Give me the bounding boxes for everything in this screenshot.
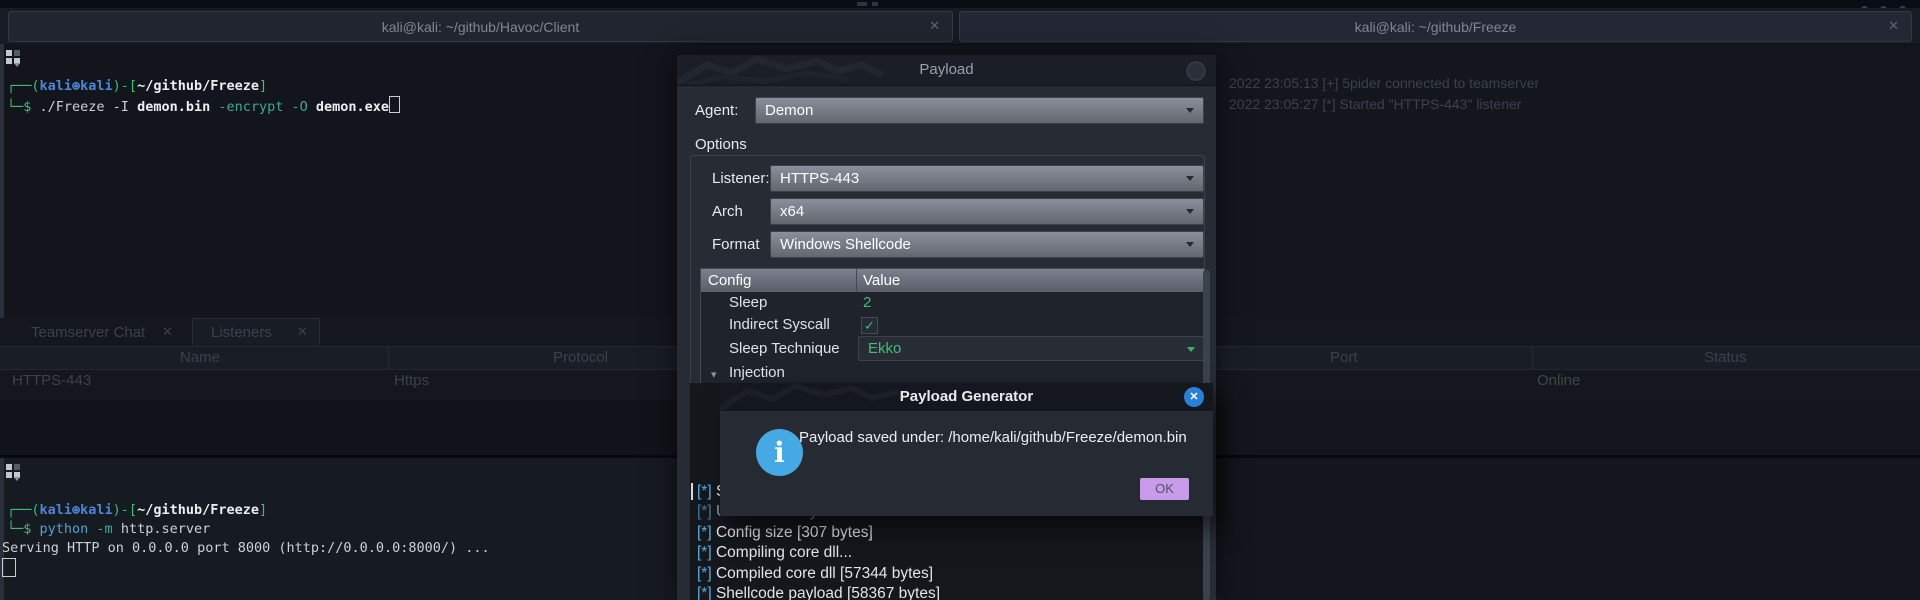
payload-titlebar[interactable]: Payload [677,55,1216,86]
config-row-label: Sleep Technique [729,340,840,357]
column-header-status: Status [1704,349,1747,366]
value-column-header: Value [863,272,901,289]
terminal-pane-bottom[interactable]: ┌──(kali⊛kali)-[~/github/Freeze] └─$ pyt… [0,458,677,600]
agent-value: Demon [765,102,814,119]
arch-label: Arch [712,203,743,220]
listener-label: Listener: [712,170,770,187]
tab-close-icon[interactable]: ✕ [929,18,940,34]
pane-menu-icon[interactable] [6,464,22,481]
options-group-label: Options [695,136,747,153]
arch-dropdown[interactable]: x64 [770,198,1204,225]
window-circle-button[interactable] [1185,60,1207,82]
terminal-tab-havoc-client[interactable]: kali@kali: ~/github/Havoc/Client ✕ [8,11,953,42]
chevron-down-icon [1187,347,1195,352]
terminal-gap [0,400,677,455]
tab-close-icon[interactable]: ✕ [162,324,173,340]
listener-name-cell: HTTPS-443 [12,372,92,389]
column-header-port: Port [1330,349,1358,366]
terminal-tab-bar: kali@kali: ~/github/Havoc/Client ✕ kali@… [0,8,1920,45]
shell-output-line: Serving HTTP on 0.0.0.0 port 8000 (http:… [2,540,490,556]
teamserver-log-line: 2022 23:05:27 [*] Started "HTTPS-443" li… [1229,96,1522,112]
format-dropdown[interactable]: Windows Shellcode [770,231,1204,258]
shell-command-line: └─$ ./Freeze -I demon.bin -encrypt -O de… [7,96,401,116]
config-row-sleep-technique[interactable]: Sleep Technique Ekko [701,336,1204,362]
tab-listeners-label: Listeners [211,324,272,341]
shell-command-line: └─$ python -m http.server [7,521,211,537]
top-strip-glyph [857,2,867,6]
chevron-down-icon [1186,176,1194,181]
agent-dropdown[interactable]: Demon [755,97,1204,124]
config-row-sleep[interactable]: Sleep 2 [701,292,1204,314]
top-strip-glyph [872,2,878,6]
tab-close-icon[interactable]: ✕ [297,324,308,340]
tab-listeners[interactable]: Listeners ✕ [192,318,320,346]
close-icon[interactable]: ✕ [1184,387,1204,407]
payload-window: Payload Agent: Demon Options Listener: H… [677,55,1216,600]
dialog-message: Payload saved under: /home/kali/github/F… [799,429,1187,446]
tab-teamserver-chat[interactable]: Teamserver Chat [31,324,145,341]
indirect-syscall-checkbox[interactable]: ✓ [861,317,878,334]
dialog-title: Payload Generator [899,388,1034,405]
top-window-strip [0,0,1920,13]
agent-label: Agent: [695,102,739,119]
config-row-label: Sleep [729,294,768,311]
chevron-down-icon [1186,209,1194,214]
sleep-technique-value: Ekko [868,340,902,357]
chevron-down-icon [1186,242,1194,247]
payload-window-title: Payload [919,61,974,78]
console-line: [*] Compiling core dll... [697,544,853,561]
terminal-pane-top[interactable]: ┌──(kali⊛kali)-[~/github/Freeze] └─$ ./F… [0,44,677,318]
terminal-scrollbar[interactable] [0,458,4,600]
chevron-down-icon [1186,108,1194,113]
listener-dropdown[interactable]: HTTPS-443 [770,165,1204,192]
config-row-label: Injection [729,364,785,381]
desktop: kali@kali: ~/github/Havoc/Client ✕ kali@… [0,0,1920,600]
format-value: Windows Shellcode [780,236,911,253]
terminal-cursor [2,558,16,577]
terminal-cursor [389,96,401,113]
pane-menu-icon[interactable] [6,50,22,67]
config-row-injection[interactable]: ▾ Injection [701,362,1204,384]
listener-protocol-cell: Https [394,372,430,389]
shell-prompt-line: ┌──(kali⊛kali)-[~/github/Freeze] [7,78,268,94]
ok-button[interactable]: OK [1140,478,1189,500]
config-row-indirect-syscall[interactable]: Indirect Syscall ✓ [701,314,1204,336]
sleep-technique-dropdown[interactable]: Ekko [858,336,1204,361]
arch-value: x64 [780,203,805,220]
terminal-tab-label: kali@kali: ~/github/Freeze [1354,18,1517,35]
terminal-tab-freeze[interactable]: kali@kali: ~/github/Freeze ✕ [959,11,1912,42]
config-table-header: Config Value [701,269,1204,292]
tab-close-icon[interactable]: ✕ [1888,18,1899,34]
payload-generator-dialog: Payload Generator ✕ i Payload saved unde… [720,383,1213,516]
format-label: Format [712,236,760,253]
listener-value: HTTPS-443 [780,170,860,187]
config-row-label: Indirect Syscall [729,316,830,333]
console-line: [*] Shellcode payload [58367 bytes] [697,585,941,600]
listener-status-cell: Online [1537,372,1581,389]
column-header-name: Name [180,349,221,366]
console-text-cursor [691,483,693,500]
console-line: [*] Config size [307 bytes] [697,524,873,541]
teamserver-log-line: 2022 23:05:13 [+] 5pider connected to te… [1229,75,1540,91]
terminal-scrollbar[interactable] [0,44,4,318]
shell-prompt-line: ┌──(kali⊛kali)-[~/github/Freeze] [7,502,268,518]
terminal-tab-label: kali@kali: ~/github/Havoc/Client [381,18,580,35]
column-header-protocol: Protocol [553,349,609,366]
console-line: [*] Compiled core dll [57344 bytes] [697,565,934,582]
config-column-header: Config [708,272,752,289]
info-icon: i [756,429,803,476]
dialog-titlebar[interactable]: Payload Generator ✕ [720,383,1213,411]
config-row-value: 2 [863,294,872,311]
